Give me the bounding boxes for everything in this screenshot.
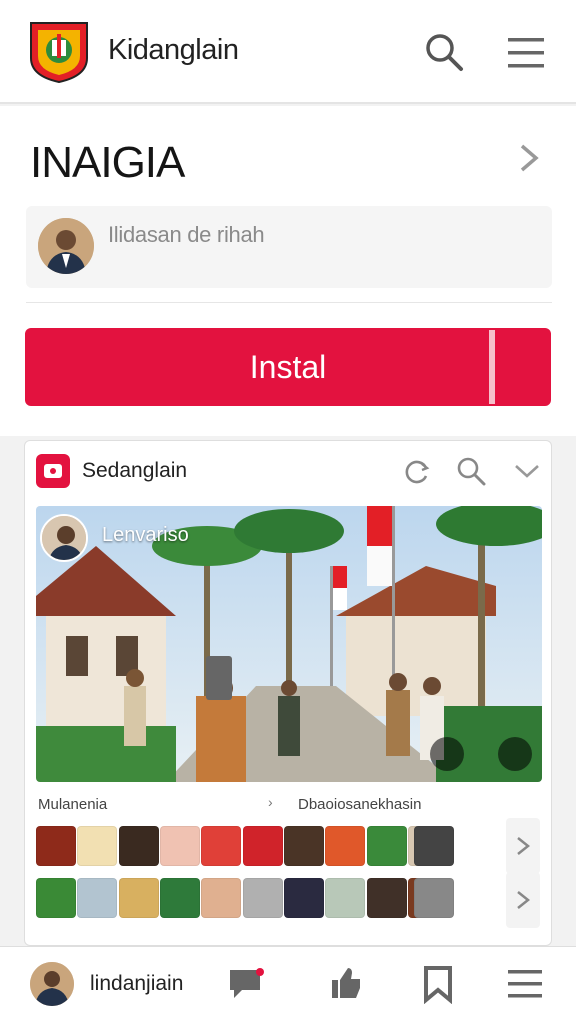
thumbnail[interactable] [366, 826, 407, 866]
search-icon[interactable] [456, 456, 486, 486]
fullscreen-icon[interactable] [498, 737, 532, 771]
thumbnail[interactable] [414, 878, 454, 918]
avatar [40, 514, 88, 562]
thumbnail[interactable] [283, 826, 324, 866]
thumbnail[interactable] [77, 826, 118, 866]
thumbnail[interactable] [325, 878, 366, 918]
thumbnail[interactable] [366, 878, 407, 918]
menu-icon[interactable] [506, 964, 546, 1004]
panel-title: Sedanglain [82, 459, 188, 482]
thumbnail[interactable] [242, 826, 283, 866]
thumbnail[interactable] [118, 878, 159, 918]
menu-icon[interactable] [506, 36, 546, 70]
feed-photo[interactable] [36, 506, 542, 782]
thumbnail[interactable] [159, 826, 200, 866]
button-divider [489, 330, 495, 404]
thumbnail[interactable] [201, 878, 242, 918]
bottom-bar [0, 946, 576, 1024]
like-icon[interactable] [326, 964, 366, 1004]
install-label: Instal [249, 349, 327, 385]
profile-text: Ilidasan de rihah [108, 222, 265, 247]
section-label-left: Mulanenia [38, 796, 108, 813]
thumbnail[interactable] [283, 878, 324, 918]
divider [26, 302, 552, 303]
bookmark-icon[interactable] [418, 964, 458, 1005]
profile-row[interactable] [26, 206, 552, 288]
app-title: Kidanglain [108, 34, 239, 66]
thumbnail[interactable] [325, 826, 366, 866]
install-button[interactable]: Instal [25, 328, 551, 406]
thumbnail[interactable] [414, 826, 454, 866]
arrow-icon: › [268, 794, 273, 810]
thumbnail[interactable] [242, 878, 283, 918]
next-page-button[interactable] [506, 818, 540, 874]
bottom-title: lindanjiain [90, 972, 184, 995]
emblem-logo [28, 20, 90, 84]
chevron-right-icon[interactable] [514, 142, 544, 174]
avatar[interactable] [30, 962, 74, 1006]
avatar [38, 218, 94, 274]
refresh-icon[interactable] [430, 737, 464, 771]
section-label-right: Dbaoiosanekhasin [298, 796, 422, 813]
chat-icon[interactable] [226, 964, 266, 1004]
next-page-button[interactable] [506, 872, 540, 928]
thumbnail[interactable] [36, 826, 76, 866]
photo-caption: Lenvariso [102, 524, 189, 546]
search-icon[interactable] [424, 32, 464, 72]
thumbnail[interactable] [118, 826, 159, 866]
chevron-down-icon[interactable] [512, 456, 542, 486]
refresh-icon[interactable] [402, 456, 432, 486]
thumbnail[interactable] [77, 878, 118, 918]
thumbnail[interactable] [36, 878, 76, 918]
thumbnail-row [36, 826, 448, 868]
thumbnail[interactable] [201, 826, 242, 866]
thumbnail-row [36, 878, 448, 920]
thumbnail[interactable] [159, 878, 200, 918]
page-title: INAIGIA [30, 138, 185, 187]
app-icon [36, 454, 70, 488]
